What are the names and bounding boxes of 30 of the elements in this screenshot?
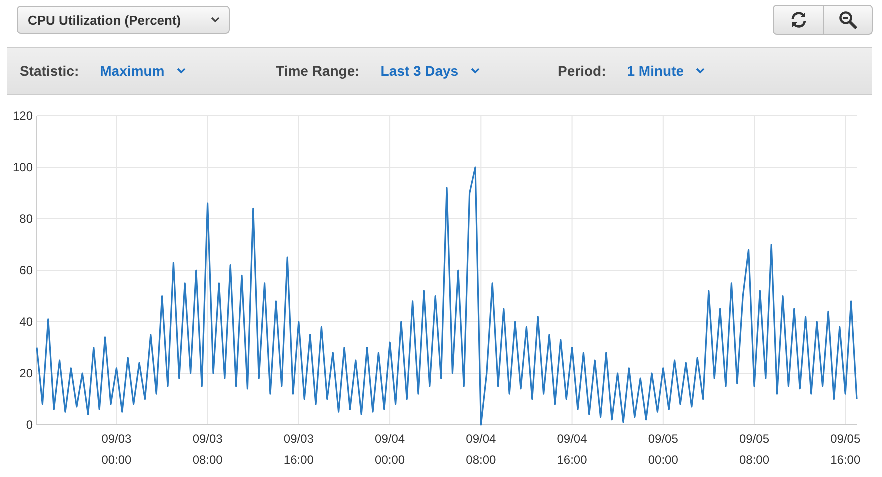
y-tick-label: 120 <box>12 109 33 123</box>
option-dropdown[interactable]: Last 3 Days <box>380 63 480 79</box>
x-tick-label: 09/03 16:00 <box>282 431 315 469</box>
y-tick-label: 60 <box>20 264 33 278</box>
metric-dropdown[interactable]: CPU Utilization (Percent) <box>17 6 230 34</box>
refresh-button[interactable] <box>773 5 824 35</box>
x-tick-label: 09/04 08:00 <box>465 431 498 469</box>
caret-icon <box>470 68 480 74</box>
option-label: Period: <box>558 63 606 79</box>
x-tick-label: 09/03 08:00 <box>192 431 224 469</box>
zoom-out-button[interactable] <box>824 5 873 35</box>
zoom-out-icon <box>839 11 857 29</box>
caret-icon <box>211 17 220 23</box>
option-label: Statistic: <box>20 63 80 79</box>
x-tick-label: 09/05 00:00 <box>647 431 680 469</box>
option-label: Time Range: <box>276 63 360 79</box>
x-tick-label: 09/05 08:00 <box>738 431 771 469</box>
y-tick-label: 0 <box>26 418 33 432</box>
y-tick-label: 20 <box>20 366 33 380</box>
x-tick-label: 09/05 16:00 <box>830 431 862 469</box>
x-tick-label: 09/03 00:00 <box>100 431 133 469</box>
x-tick-label: 09/04 00:00 <box>374 431 406 469</box>
y-tick-label: 40 <box>20 315 33 329</box>
y-tick-label: 80 <box>20 212 33 226</box>
option-dropdown[interactable]: Maximum <box>100 63 186 79</box>
option-dropdown[interactable]: 1 Minute <box>627 63 706 79</box>
caret-icon <box>696 68 706 74</box>
caret-icon <box>176 68 186 74</box>
x-tick-label: 09/04 16:00 <box>556 431 588 469</box>
y-tick-label: 100 <box>12 160 33 174</box>
